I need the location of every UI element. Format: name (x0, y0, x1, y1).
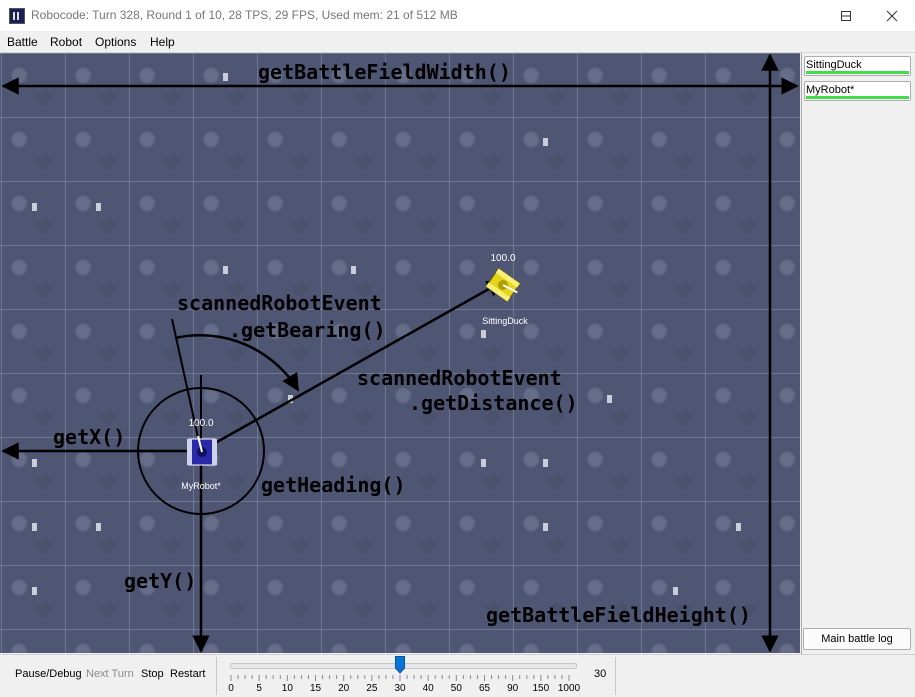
battlefield-overlay: 100.0 SittingDuck 100.0 MyRobot* getBatt… (1, 53, 799, 653)
speed-tick-label: 150 (532, 683, 550, 694)
speed-tick-label: 65 (478, 683, 491, 694)
window-title: Robocode: Turn 328, Round 1 of 10, 28 TP… (31, 8, 458, 22)
minimize-button-hit[interactable] (777, 0, 823, 31)
robot-button-label: MyRobot* (806, 84, 855, 96)
menu-options[interactable]: Options (95, 35, 136, 49)
maximize-icon (841, 11, 851, 21)
label-battlefield-width: getBattleFieldWidth() (258, 60, 511, 84)
label-distance-1: scannedRobotEvent (357, 366, 562, 390)
robot-sittingduck[interactable] (485, 267, 522, 304)
title-bar: Robocode: Turn 328, Round 1 of 10, 28 TP… (0, 0, 915, 31)
robot-button-label: SittingDuck (806, 59, 862, 71)
speed-tick-label: 5 (256, 683, 262, 694)
speed-tick-label: 0 (228, 683, 234, 694)
control-bar: Pause/Debug Next Turn Stop Restart 0 5 10 1… (0, 654, 915, 697)
label-get-heading: getHeading() (261, 473, 406, 497)
menu-robot[interactable]: Robot (50, 35, 82, 49)
robot-button-sittingduck[interactable]: SittingDuck (804, 56, 911, 76)
health-bar (806, 71, 909, 74)
close-icon (886, 10, 898, 22)
speed-tick-label: 50 (450, 683, 462, 694)
label-battlefield-height: getBattleFieldHeight() (486, 603, 751, 627)
speed-tick-label: 1000 (557, 683, 581, 694)
menu-bar: Battle Robot Options Help (0, 31, 915, 53)
speed-slider-thumb[interactable] (395, 656, 405, 674)
sittingduck-name: SittingDuck (482, 316, 528, 326)
health-bar (806, 96, 909, 99)
speed-tick-label: 40 (422, 683, 434, 694)
sittingduck-energy: 100.0 (490, 253, 515, 264)
label-get-x: getX() (53, 425, 125, 449)
maximize-button[interactable] (823, 0, 869, 31)
close-button[interactable] (869, 0, 915, 31)
robot-button-myrobot[interactable]: MyRobot* (804, 81, 911, 101)
menu-battle[interactable]: Battle (7, 35, 38, 49)
speed-tick-label: 90 (507, 683, 519, 694)
debris-marks (32, 73, 741, 595)
bearing-arc (174, 334, 300, 392)
label-bearing-2: .getBearing() (229, 318, 386, 342)
divider (615, 657, 616, 695)
myrobot-name: MyRobot* (181, 481, 221, 491)
label-bearing-1: scannedRobotEvent (177, 291, 382, 315)
speed-tick-label: 30 (394, 683, 406, 694)
robot-myrobot[interactable] (187, 435, 217, 466)
speed-tick-label: 10 (281, 683, 293, 694)
label-get-y: getY() (124, 569, 196, 593)
battlefield[interactable]: 100.0 SittingDuck 100.0 MyRobot* getBatt… (0, 53, 800, 653)
main-battle-log-button[interactable]: Main battle log (803, 628, 911, 650)
menu-help[interactable]: Help (150, 35, 175, 49)
myrobot-energy: 100.0 (188, 418, 213, 429)
label-distance-2: .getDistance() (409, 391, 578, 415)
speed-value: 30 (594, 668, 607, 680)
speed-tick-label: 25 (366, 683, 378, 694)
robot-list-panel: SittingDuck MyRobot* Main battle log (801, 53, 915, 654)
robocode-app-icon (9, 8, 25, 24)
speed-tick-label: 20 (338, 683, 350, 694)
speed-tick-label: 15 (309, 683, 322, 694)
